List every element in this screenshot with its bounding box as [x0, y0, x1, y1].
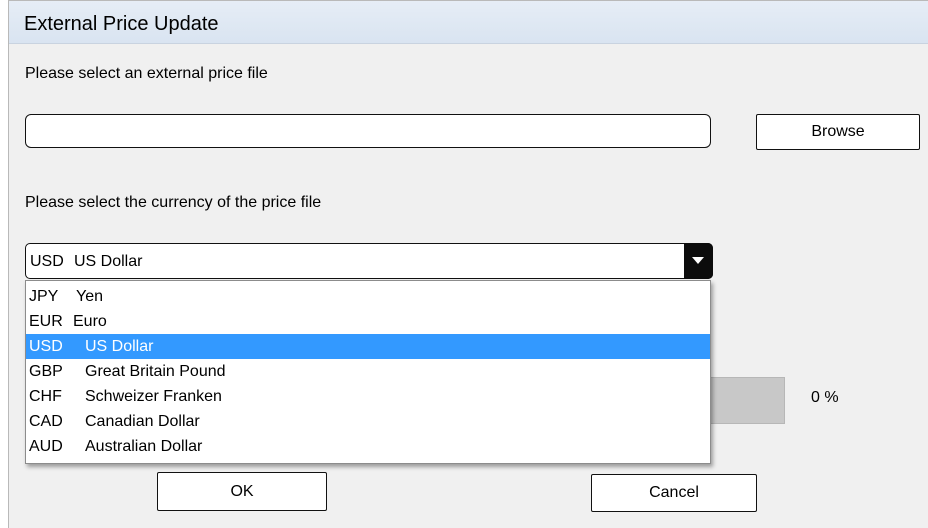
currency-option-jpy[interactable]: JPY Yen	[26, 284, 710, 309]
currency-select[interactable]: USD US Dollar	[25, 243, 713, 279]
option-code: USD	[29, 338, 63, 355]
cancel-button[interactable]: Cancel	[591, 474, 757, 512]
currency-option-eur[interactable]: EUR Euro	[26, 309, 710, 334]
progress-bar	[709, 377, 785, 424]
browse-button[interactable]: Browse	[756, 114, 920, 150]
option-code: CAD	[29, 413, 63, 430]
currency-option-gbp[interactable]: GBP Great Britain Pound	[26, 359, 710, 384]
option-code: EUR	[29, 313, 63, 330]
option-name: Yen	[76, 288, 103, 305]
option-name: Australian Dollar	[85, 438, 203, 455]
option-code: AUD	[29, 438, 63, 455]
currency-option-aud[interactable]: AUD Australian Dollar	[26, 434, 710, 459]
currency-option-usd[interactable]: USD US Dollar	[26, 334, 710, 359]
dialog-title: External Price Update	[24, 13, 219, 35]
progress-percent: 0 %	[811, 389, 839, 406]
file-prompt-label: Please select an external price file	[25, 65, 268, 82]
dropdown-toggle[interactable]	[684, 243, 713, 279]
selected-currency-code: USD	[30, 253, 64, 270]
option-name: Schweizer Franken	[85, 388, 222, 405]
option-name: Euro	[73, 313, 107, 330]
option-code: CHF	[29, 388, 62, 405]
option-code: JPY	[29, 288, 59, 305]
chevron-down-icon	[692, 257, 704, 264]
option-code: GBP	[29, 363, 63, 380]
currency-prompt-label: Please select the currency of the price …	[25, 194, 322, 211]
option-name: Canadian Dollar	[85, 413, 200, 430]
price-file-path-input[interactable]	[25, 114, 711, 148]
currency-dropdown-list: JPY Yen EUR Euro USD US Dollar GBP Great…	[25, 280, 711, 464]
currency-option-chf[interactable]: CHF Schweizer Franken	[26, 384, 710, 409]
selected-currency-name: US Dollar	[74, 253, 143, 270]
option-name: US Dollar	[85, 338, 154, 355]
ok-button[interactable]: OK	[157, 472, 327, 511]
price-update-dialog: External Price Update Please select an e…	[8, 0, 928, 528]
title-bar: External Price Update	[9, 1, 928, 44]
option-name: Great Britain Pound	[85, 363, 226, 380]
currency-option-cad[interactable]: CAD Canadian Dollar	[26, 409, 710, 434]
currency-select-value: USD US Dollar	[30, 253, 142, 271]
